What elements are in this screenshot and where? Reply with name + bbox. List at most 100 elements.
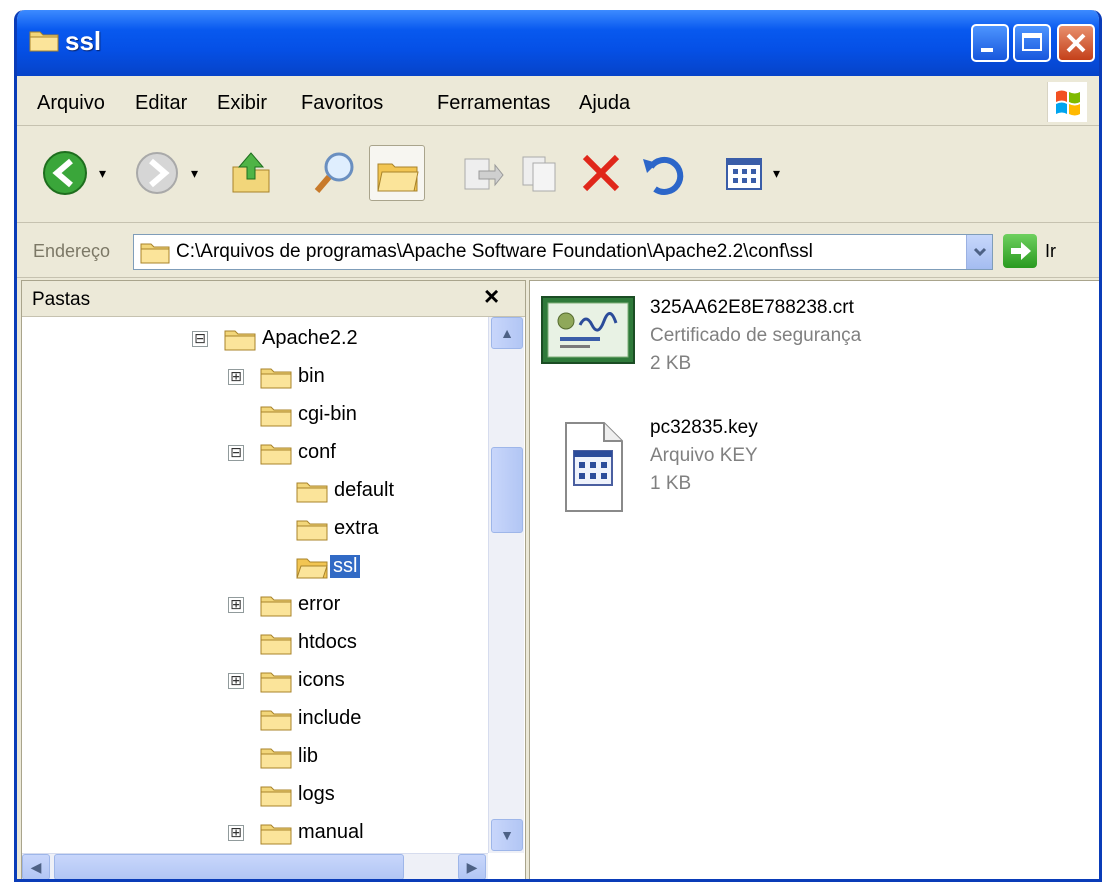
certificate-icon <box>541 296 635 364</box>
tree-item-label: logs <box>298 783 335 805</box>
tree-item-label: conf <box>298 441 336 463</box>
folder-icon <box>260 406 292 427</box>
maximize-button[interactable] <box>1013 24 1051 62</box>
scroll-right-button[interactable]: ▶ <box>458 854 486 879</box>
delete-button[interactable] <box>573 145 629 201</box>
window-title: ssl <box>65 26 102 56</box>
explorer-window: ssl Arquivo Editar Exibir Favoritos Ferr… <box>14 10 1102 882</box>
move-to-icon <box>464 158 504 190</box>
scroll-down-button[interactable]: ▼ <box>491 819 523 851</box>
tree-item-label: htdocs <box>298 631 357 653</box>
toolbar: ▾ ▾ ▾ <box>17 127 1099 223</box>
folder-icon <box>260 634 292 655</box>
folder-icon <box>260 824 292 845</box>
minimize-icon <box>981 48 993 52</box>
tree-item-label: cgi-bin <box>298 403 357 425</box>
folders-pane: Pastas × ⊟ Apache2.2 ⊞ bin cgi-bin ⊟ con… <box>21 280 526 879</box>
folder-icon <box>260 710 292 731</box>
up-button[interactable] <box>223 145 279 201</box>
search-button[interactable] <box>307 145 363 201</box>
expand-icon[interactable]: ⊞ <box>228 369 244 385</box>
back-button[interactable] <box>37 145 93 201</box>
file-item[interactable]: pc32835.key Arquivo KEY 1 KB <box>540 415 1040 515</box>
folder-icon <box>140 243 170 264</box>
views-dropdown-icon[interactable]: ▾ <box>773 165 780 182</box>
folder-icon <box>224 330 256 351</box>
forward-button[interactable] <box>129 145 185 201</box>
undo-icon <box>643 156 684 195</box>
arrow-right-icon <box>1011 242 1031 260</box>
file-type: Arquivo KEY <box>650 445 758 466</box>
menu-bar: Arquivo Editar Exibir Favoritos Ferramen… <box>17 76 1099 126</box>
menu-favoritos[interactable]: Favoritos <box>301 92 383 115</box>
folder-icon <box>260 748 292 769</box>
file-name: 325AA62E8E788238.crt <box>650 297 854 318</box>
delete-icon <box>582 154 620 192</box>
views-button[interactable] <box>717 145 773 201</box>
back-icon <box>43 151 87 195</box>
tree-item-label: include <box>298 707 362 729</box>
file-name: pc32835.key <box>650 417 758 438</box>
folders-icon <box>377 163 419 192</box>
title-bar[interactable]: ssl <box>17 10 1099 76</box>
folders-close-button[interactable]: × <box>484 281 499 312</box>
folders-button[interactable] <box>369 145 425 201</box>
scroll-thumb[interactable] <box>491 447 523 533</box>
address-bar: Endereço C:\Arquivos de programas\Apache… <box>17 224 1099 278</box>
folders-title: Pastas <box>32 289 91 310</box>
file-size: 2 KB <box>650 353 692 374</box>
move-to-button[interactable] <box>453 145 509 201</box>
collapse-icon[interactable]: ⊟ <box>228 445 244 461</box>
key-file-icon <box>565 422 623 512</box>
tree-item-label: lib <box>298 745 319 767</box>
close-button[interactable] <box>1057 24 1095 62</box>
tree-item-label: error <box>298 593 341 615</box>
menu-exibir[interactable]: Exibir <box>217 92 267 115</box>
folder-icon <box>29 31 59 52</box>
folder-icon <box>296 482 328 503</box>
folder-icon <box>260 672 292 693</box>
copy-to-icon <box>522 156 556 192</box>
file-type: Certificado de segurança <box>650 325 862 346</box>
horizontal-scrollbar[interactable]: ◀ ▶ <box>22 853 488 879</box>
menu-editar[interactable]: Editar <box>135 92 187 115</box>
collapse-icon[interactable]: ⊟ <box>192 331 208 347</box>
forward-dropdown-icon[interactable]: ▾ <box>191 165 198 182</box>
expand-icon[interactable]: ⊞ <box>228 825 244 841</box>
go-label[interactable]: Ir <box>1045 241 1056 262</box>
folder-icon <box>260 786 292 807</box>
tree-item-label: ssl <box>330 555 361 578</box>
open-folder-icon <box>296 558 328 579</box>
copy-to-button[interactable] <box>513 145 569 201</box>
tree-item-label: bin <box>298 365 325 387</box>
folder-icon <box>260 444 292 465</box>
tree-item-label: extra <box>334 517 379 539</box>
folder-icon <box>260 368 292 389</box>
scroll-left-button[interactable]: ◀ <box>22 854 50 879</box>
menu-ajuda[interactable]: Ajuda <box>579 92 630 115</box>
file-item[interactable]: 325AA62E8E788238.crt Certificado de segu… <box>540 295 1040 395</box>
scroll-up-button[interactable]: ▲ <box>491 317 523 349</box>
up-folder-icon <box>232 152 270 193</box>
undo-button[interactable] <box>633 145 689 201</box>
expand-icon[interactable]: ⊞ <box>228 597 244 613</box>
forward-icon <box>136 152 178 194</box>
file-list: 325AA62E8E788238.crt Certificado de segu… <box>529 280 1099 879</box>
windows-logo-icon <box>1047 82 1087 122</box>
menu-ferramentas[interactable]: Ferramentas <box>437 92 550 115</box>
minimize-button[interactable] <box>971 24 1009 62</box>
maximize-icon <box>1022 33 1042 51</box>
address-input[interactable]: C:\Arquivos de programas\Apache Software… <box>133 234 993 270</box>
go-button[interactable] <box>1003 234 1037 268</box>
vertical-scrollbar[interactable]: ▲ ▼ <box>488 317 524 853</box>
address-path: C:\Arquivos de programas\Apache Software… <box>176 241 813 262</box>
menu-arquivo[interactable]: Arquivo <box>37 92 105 115</box>
address-dropdown-button[interactable] <box>966 235 992 269</box>
expand-icon[interactable]: ⊞ <box>228 673 244 689</box>
tree-item-label: icons <box>298 669 345 691</box>
search-icon <box>314 152 354 193</box>
file-size: 1 KB <box>650 473 692 494</box>
views-icon <box>726 158 762 190</box>
back-dropdown-icon[interactable]: ▾ <box>99 165 106 182</box>
scroll-thumb[interactable] <box>54 854 404 879</box>
